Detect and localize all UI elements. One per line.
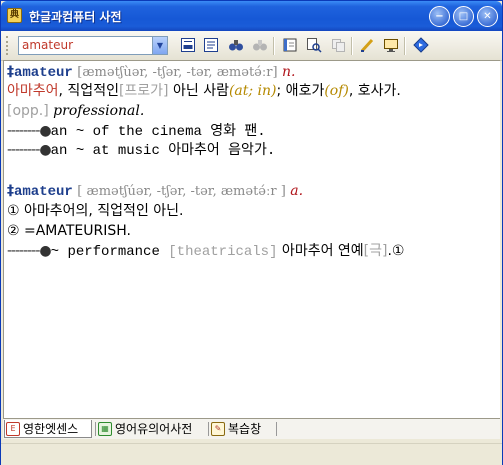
- help-diamond-icon[interactable]: [412, 37, 430, 54]
- dictionary-view-icon[interactable]: [179, 37, 197, 54]
- highlighter-icon[interactable]: [358, 37, 376, 54]
- binoculars-disabled-icon: [251, 37, 269, 54]
- window-title: 한글과컴퓨터 사전: [29, 10, 122, 24]
- toolbar-separator: [404, 37, 406, 55]
- tab-separator: [208, 422, 209, 436]
- maximize-button[interactable]: □: [453, 6, 474, 27]
- title-bar[interactable]: 典 한글과컴퓨터 사전 − □ ✕: [1, 1, 502, 31]
- example-line: --------●an ~ at music 아마추어 음악가.: [7, 142, 276, 159]
- opposite-line: [opp.] professional.: [7, 103, 145, 119]
- review-notebook-icon: ✎: [211, 422, 225, 436]
- part-of-speech: n.: [281, 64, 296, 80]
- essence-dict-icon: E: [6, 422, 20, 436]
- definition-line: 아마추어, 직업적인[프로가] 아닌 사람(at; in); 애호가(of), …: [7, 83, 401, 99]
- multi-search-icon[interactable]: [305, 37, 323, 54]
- tab-review[interactable]: ✎ 복습창: [210, 420, 276, 438]
- dictionary-tabs: E 영한엣센스 ▦ 영어유의어사전 ✎ 복습창: [3, 418, 500, 439]
- status-bar: [1, 443, 502, 465]
- toolbar-grip[interactable]: [6, 36, 11, 55]
- pronunciation: [ æmətʃúər, ‐tʃər, ‐tər, æmətə́ːr ]: [77, 184, 286, 199]
- toolbar-separator: [273, 37, 275, 55]
- word-list-icon[interactable]: [202, 37, 220, 54]
- search-combobox[interactable]: amateur ▼: [18, 36, 168, 55]
- example-line: --------●~ performance [theatricals] 아마추…: [7, 243, 405, 260]
- binoculars-icon[interactable]: [227, 37, 245, 54]
- entry-header: ‡amateur [æmətʃùər, ‐tʃər, ‐tər, æmətə́ː…: [7, 64, 296, 81]
- entry-header: ‡amateur [ æmətʃúər, ‐tʃər, ‐tər, æmətə́…: [7, 183, 304, 200]
- toolbar: amateur ▼: [1, 31, 502, 61]
- copy-icon: [329, 37, 347, 54]
- thesaurus-icon: ▦: [98, 422, 112, 436]
- example-line: --------●an ~ of the cinema 영화 팬.: [7, 123, 266, 140]
- app-icon: 典: [7, 8, 22, 23]
- headword[interactable]: amateur: [14, 65, 73, 81]
- monitor-capture-icon[interactable]: [382, 37, 400, 54]
- part-of-speech: a.: [290, 183, 304, 199]
- headword[interactable]: amateur: [14, 184, 73, 200]
- search-input[interactable]: amateur: [22, 38, 73, 52]
- tab-separator: [276, 422, 277, 436]
- tab-essence[interactable]: E 영한엣센스: [4, 420, 92, 438]
- minimize-button[interactable]: −: [429, 6, 450, 27]
- notebook-icon[interactable]: [281, 37, 299, 54]
- close-button[interactable]: ✕: [477, 6, 498, 27]
- sense-line: ② =AMATEURISH.: [7, 223, 131, 239]
- tab-separator: [95, 422, 96, 436]
- pronunciation: [æmətʃùər, ‐tʃər, ‐tər, æmətə́ːr]: [77, 65, 278, 80]
- sense-line: ① 아마추어의, 직업적인 아닌.: [7, 203, 184, 219]
- definition-pane[interactable]: ‡amateur [æmətʃùər, ‐tʃər, ‐tər, æmətə́ː…: [3, 60, 500, 418]
- dictionary-window: 典 한글과컴퓨터 사전 − □ ✕ amateur ▼ ‡amateur [æm…: [0, 0, 503, 465]
- chevron-down-icon[interactable]: ▼: [152, 37, 167, 54]
- tab-thesaurus[interactable]: ▦ 영어유의어사전: [97, 420, 207, 438]
- toolbar-separator: [351, 37, 353, 55]
